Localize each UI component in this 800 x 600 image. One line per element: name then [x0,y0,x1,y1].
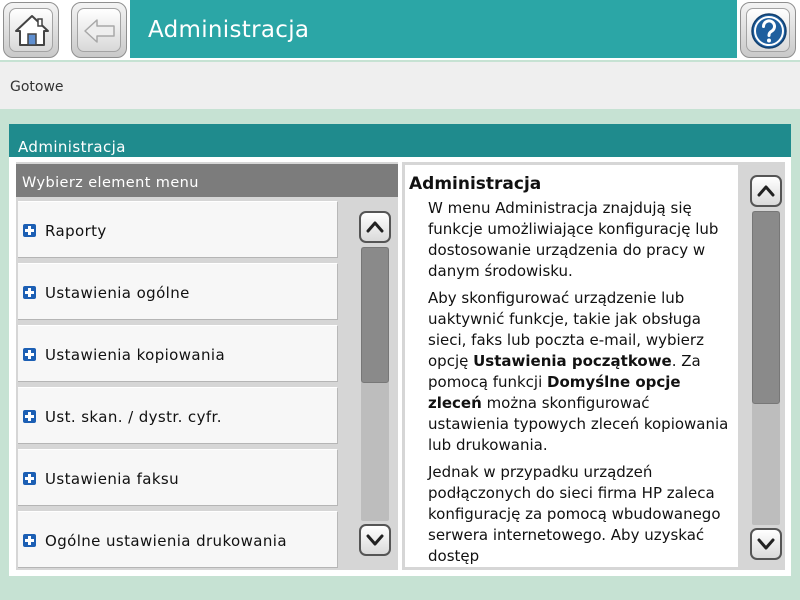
menu-scroll-track[interactable] [361,247,389,521]
status-bar: Gotowe [0,62,800,109]
menu-scroll-down-button[interactable] [359,524,391,556]
chevron-up-icon [366,221,384,233]
chevron-down-icon [366,534,384,546]
menu-item-label: Ogólne ustawienia drukowania [45,532,287,550]
plus-icon [23,224,36,237]
home-button[interactable] [3,2,59,58]
menu-item-ustawienia-faksu[interactable]: Ustawienia faksu [18,449,338,506]
help-paragraph-2: Aby skonfigurować urządzenie lub uaktywn… [428,288,733,456]
help-scroll-track[interactable] [752,211,780,525]
menu-item-ustawienia-kopiowania[interactable]: Ustawienia kopiowania [18,325,338,382]
panel-title: Administracja [18,138,126,156]
help-button[interactable] [740,2,796,58]
main-panel: Administracja Wybierz element menu Rapor… [9,124,791,576]
menu-header-label: Wybierz element menu [22,175,199,191]
page-title: Administracja [148,17,310,43]
back-button[interactable] [71,2,127,58]
help-icon [751,13,787,49]
help-body: W menu Administracja znajdują się funkcj… [428,198,733,567]
menu-item-raporty[interactable]: Raporty [18,201,338,258]
status-text: Gotowe [10,79,64,95]
menu-item-ogolne-ustawienia-drukowania[interactable]: Ogólne ustawienia drukowania [18,511,338,568]
help-scroll-down-button[interactable] [750,528,782,560]
plus-icon [23,534,36,547]
menu-header: Wybierz element menu [16,164,398,197]
menu-item-label: Ustawienia kopiowania [45,346,226,364]
menu-item-label: Ustawienia ogólne [45,284,190,302]
menu-list: Wybierz element menu Raporty Ustawienia … [16,162,398,570]
menu-item-label: Ust. skan. / dystr. cyfr. [45,408,222,426]
help-bold-initial-settings: Ustawienia początkowe [473,352,672,370]
plus-icon [23,286,36,299]
menu-scroll-thumb[interactable] [361,247,389,383]
home-icon [15,15,49,46]
help-paragraph-3: Jednak w przypadku urządzeń podłączonych… [428,463,721,565]
back-arrow-icon [84,19,115,43]
help-scroll-thumb[interactable] [752,211,780,404]
menu-item-label: Raporty [45,222,107,240]
menu-item-ustawienia-ogolne[interactable]: Ustawienia ogólne [18,263,338,320]
chevron-up-icon [757,185,775,197]
plus-icon [23,410,36,423]
help-text-area: Administracja W menu Administracja znajd… [405,165,738,567]
top-bar: Administracja [0,0,800,60]
menu-item-ust-skan[interactable]: Ust. skan. / dystr. cyfr. [18,387,338,444]
menu-scrollbar[interactable] [356,201,392,567]
plus-icon [23,348,36,361]
help-title: Administracja [409,174,542,194]
menu-scroll-up-button[interactable] [359,211,391,243]
help-scroll-up-button[interactable] [750,175,782,207]
help-pane: Administracja W menu Administracja znajd… [402,162,785,570]
chevron-down-icon [757,538,775,550]
help-paragraph-1: W menu Administracja znajdują się funkcj… [428,199,719,280]
plus-icon [23,472,36,485]
menu-item-label: Ustawienia faksu [45,470,180,488]
panel-header: Administracja [9,124,791,157]
help-scrollbar[interactable] [747,165,783,567]
